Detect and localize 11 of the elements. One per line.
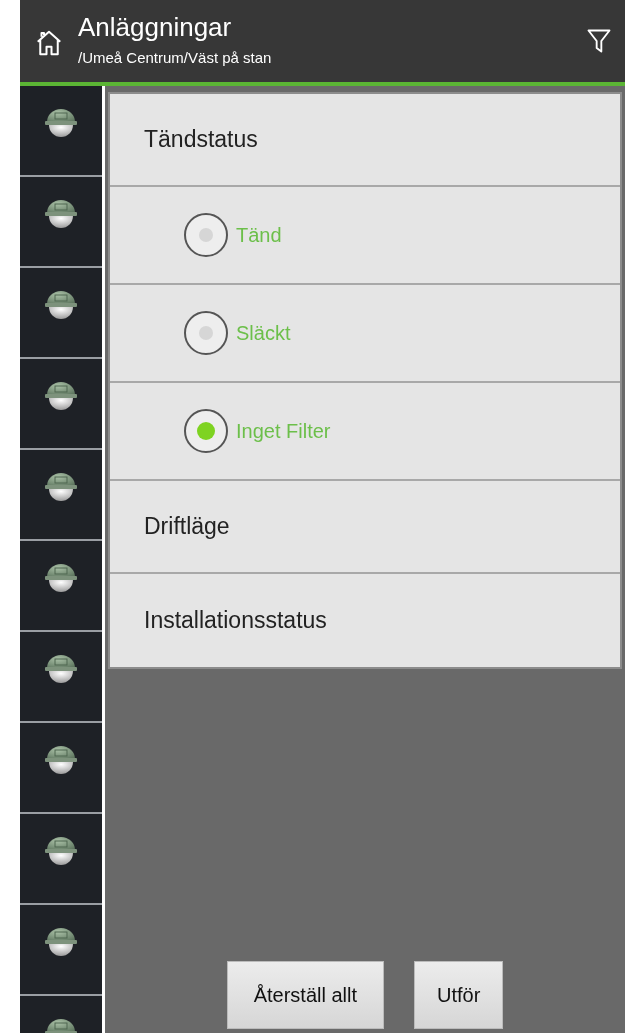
filter-category[interactable]: Driftläge <box>110 481 620 574</box>
radio-button[interactable] <box>184 311 228 355</box>
action-button[interactable]: Utför <box>414 961 504 1029</box>
filter-icon[interactable] <box>585 27 613 55</box>
radio-button[interactable] <box>184 409 228 453</box>
action-button[interactable]: Återställ allt <box>226 961 384 1029</box>
screen-title: Anläggningar <box>78 12 233 43</box>
filter-category[interactable]: Installationsstatus <box>110 574 620 667</box>
radio-button[interactable] <box>184 213 228 257</box>
filter-category[interactable]: Tändstatus <box>110 94 620 187</box>
breadcrumb-path: /Umeå Centrum/Väst på stan <box>78 49 273 66</box>
